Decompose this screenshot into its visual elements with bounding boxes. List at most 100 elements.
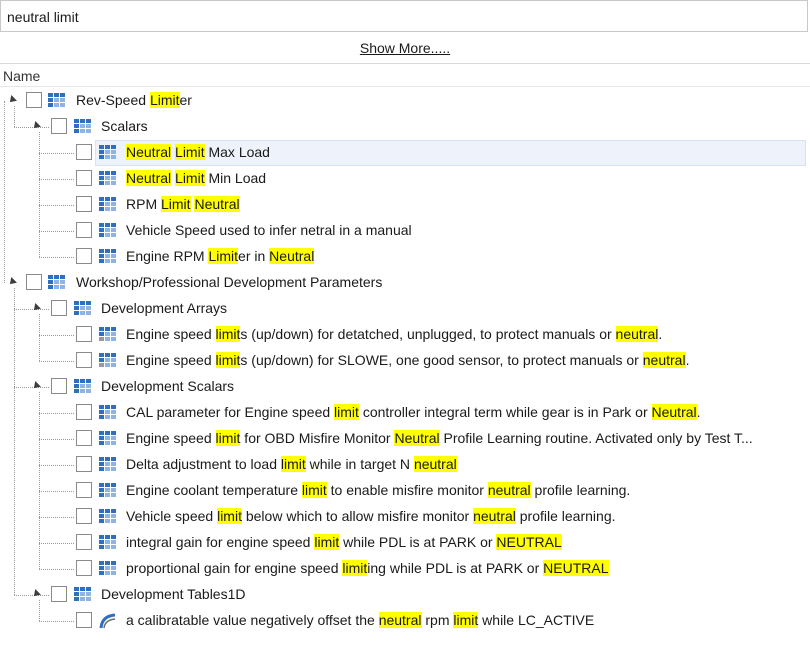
row-checkbox[interactable] bbox=[76, 352, 92, 368]
label-text: Min Load bbox=[204, 170, 267, 186]
scalar-icon bbox=[99, 197, 117, 212]
search-highlight: neutral bbox=[378, 612, 422, 628]
row-checkbox[interactable] bbox=[76, 534, 92, 550]
scalar-icon bbox=[99, 509, 117, 524]
show-more-link[interactable]: Show More..... bbox=[360, 40, 450, 56]
row-checkbox[interactable] bbox=[51, 118, 67, 134]
row-checkbox[interactable] bbox=[51, 300, 67, 316]
row-checkbox[interactable] bbox=[76, 170, 92, 186]
tree-row-label: Engine speed limits (up/down) for detatc… bbox=[126, 326, 662, 342]
expand-collapse-icon[interactable] bbox=[31, 303, 41, 313]
label-text: ing while PDL is at PARK or bbox=[367, 560, 544, 576]
label-text: for OBD Misfire Monitor bbox=[240, 430, 395, 446]
search-highlight: Neutral bbox=[651, 404, 697, 420]
label-text: while in target N bbox=[305, 456, 414, 472]
search-highlight: limit bbox=[215, 326, 241, 342]
search-highlight: Neutral bbox=[126, 170, 172, 186]
tree-connector bbox=[39, 314, 40, 361]
label-text: profile learning. bbox=[515, 508, 616, 524]
table-grid-icon bbox=[74, 587, 92, 602]
scalar-icon bbox=[99, 431, 117, 446]
label-text: Engine coolant temperature bbox=[126, 482, 302, 498]
tree-connector bbox=[39, 413, 74, 414]
tree-connector bbox=[39, 621, 74, 622]
show-more-bar: Show More..... bbox=[0, 36, 810, 62]
row-checkbox[interactable] bbox=[76, 326, 92, 342]
search-highlight: limit bbox=[280, 456, 306, 472]
name-column-header: Name bbox=[3, 68, 41, 84]
tree-connector bbox=[39, 153, 74, 154]
label-text: Development Arrays bbox=[101, 300, 228, 316]
tree-row[interactable] bbox=[70, 114, 806, 140]
search-highlight: limit bbox=[215, 430, 241, 446]
expand-collapse-icon[interactable] bbox=[31, 121, 41, 131]
tree-row-label: integral gain for engine speed limit whi… bbox=[126, 534, 562, 550]
table-grid-icon bbox=[74, 119, 92, 134]
table-grid-icon bbox=[48, 93, 66, 108]
column-header[interactable]: Name bbox=[0, 63, 810, 87]
row-checkbox[interactable] bbox=[76, 196, 92, 212]
label-text: Max Load bbox=[204, 144, 270, 160]
search-highlight: limit bbox=[301, 482, 327, 498]
array-icon bbox=[99, 327, 117, 342]
expand-collapse-icon[interactable] bbox=[31, 589, 41, 599]
label-text: Profile Learning routine. Activated only… bbox=[439, 430, 753, 446]
label-text: a calibratable value negatively offset t… bbox=[126, 612, 379, 628]
tree-connector bbox=[39, 600, 40, 621]
row-checkbox[interactable] bbox=[76, 430, 92, 446]
row-checkbox[interactable] bbox=[76, 482, 92, 498]
row-checkbox[interactable] bbox=[76, 560, 92, 576]
label-text: er bbox=[179, 92, 192, 108]
tree-connector bbox=[39, 132, 40, 257]
search-highlight: Neutral bbox=[269, 248, 315, 264]
expand-collapse-icon[interactable] bbox=[7, 95, 17, 105]
label-text: Engine speed bbox=[126, 352, 216, 368]
tree-row-label: Development Arrays bbox=[101, 300, 227, 316]
label-text: to enable misfire monitor bbox=[326, 482, 488, 498]
tree-connector bbox=[39, 361, 74, 362]
search-highlight: limit bbox=[334, 404, 359, 420]
row-checkbox[interactable] bbox=[76, 456, 92, 472]
scalar-icon bbox=[99, 171, 117, 186]
row-checkbox[interactable] bbox=[51, 586, 67, 602]
row-checkbox[interactable] bbox=[26, 92, 42, 108]
tree-connector bbox=[39, 465, 74, 466]
tree-row-label: Vehicle speed limit below which to allow… bbox=[126, 508, 616, 524]
row-checkbox[interactable] bbox=[76, 404, 92, 420]
row-checkbox[interactable] bbox=[76, 508, 92, 524]
search-input[interactable] bbox=[7, 7, 797, 27]
tree-row-label: Rev-Speed Limiter bbox=[76, 92, 192, 108]
label-text: s (up/down) for SLOWE, one good sensor, … bbox=[240, 352, 643, 368]
row-checkbox[interactable] bbox=[51, 378, 67, 394]
expand-collapse-icon[interactable] bbox=[31, 381, 41, 391]
tree-connector bbox=[4, 101, 5, 283]
search-box[interactable] bbox=[0, 0, 808, 32]
search-highlight: Neutral bbox=[394, 430, 440, 446]
label-text: while LC_ACTIVE bbox=[478, 612, 595, 628]
tree-row-label: Engine RPM Limiter in Neutral bbox=[126, 248, 315, 264]
label-text: controller integral term while gear is i… bbox=[358, 404, 652, 420]
label-text: rpm bbox=[421, 612, 454, 628]
label-text: Scalars bbox=[101, 118, 148, 134]
tree-connector bbox=[39, 257, 74, 258]
label-text: Vehicle Speed used to infer netral in a … bbox=[126, 222, 412, 238]
scalar-icon bbox=[99, 249, 117, 264]
row-checkbox[interactable] bbox=[76, 248, 92, 264]
parameter-tree: Rev-Speed Limiter Scalars Neutral Limit Ma… bbox=[0, 88, 810, 651]
row-checkbox[interactable] bbox=[76, 612, 92, 628]
tree-row-label: Development Tables1D bbox=[101, 586, 246, 602]
expand-collapse-icon[interactable] bbox=[7, 277, 17, 287]
row-checkbox[interactable] bbox=[76, 222, 92, 238]
tree-connector bbox=[39, 231, 74, 232]
tree-connector bbox=[14, 595, 49, 596]
row-checkbox[interactable] bbox=[76, 144, 92, 160]
row-checkbox[interactable] bbox=[26, 274, 42, 290]
tree-row-label: Delta adjustment to load limit while in … bbox=[126, 456, 457, 472]
tree-row-label: Development Scalars bbox=[101, 378, 234, 394]
scalar-icon bbox=[99, 535, 117, 550]
tree-row-label: proportional gain for engine speed limit… bbox=[126, 560, 609, 576]
tree-connector bbox=[39, 335, 74, 336]
label-text: Engine speed bbox=[126, 430, 216, 446]
label-text: Development Tables1D bbox=[101, 586, 246, 602]
label-text: below which to allow misfire monitor bbox=[241, 508, 474, 524]
